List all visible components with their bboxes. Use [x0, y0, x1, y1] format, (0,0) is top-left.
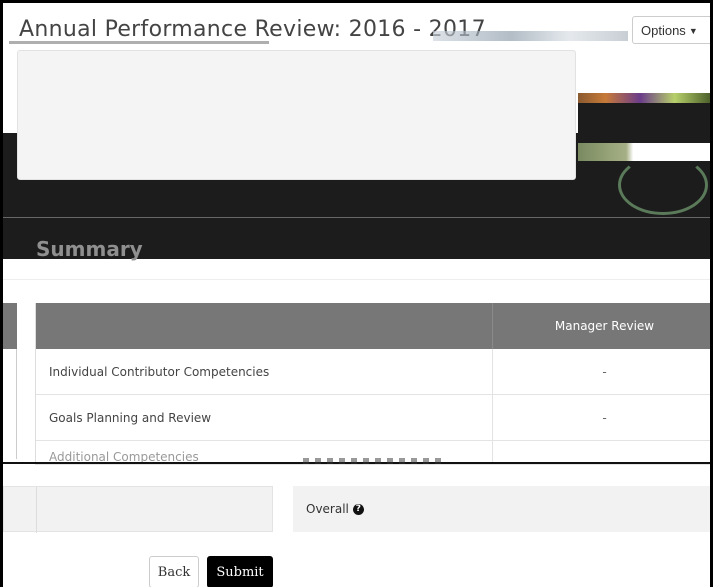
column-header-name: [36, 303, 493, 349]
page-title: Annual Performance Review: 2016 - 2017: [19, 17, 486, 42]
caret-down-icon: ▼: [688, 26, 698, 36]
tear-noise: [303, 458, 443, 464]
help-question-icon[interactable]: ?: [352, 503, 364, 515]
summary-heading: Summary: [36, 237, 143, 261]
banner-divider: [3, 217, 710, 218]
table-header: Manager Review: [36, 303, 710, 349]
row-value: [493, 441, 710, 464]
review-page: Annual Performance Review: 2016 - 2017 O…: [0, 0, 713, 587]
options-label: Options: [641, 23, 686, 38]
footer-left-cell: [3, 486, 273, 533]
title-artifact: [433, 31, 628, 41]
section-rule: [3, 279, 710, 280]
overall-row: Overall ?: [293, 486, 710, 532]
profile-photo: [578, 93, 710, 215]
column-header-manager-review: Manager Review: [554, 319, 655, 333]
row-value: -: [602, 364, 607, 379]
title-bar: Annual Performance Review: 2016 - 2017 O…: [3, 3, 710, 47]
title-underline: [9, 41, 269, 44]
row-label: Individual Contributor Competencies: [36, 349, 493, 394]
overall-label: Overall: [306, 502, 349, 516]
ring-graphic: [618, 155, 708, 215]
options-dropdown-button[interactable]: Options ▼: [632, 16, 710, 44]
back-button[interactable]: Back: [149, 556, 199, 587]
table-row: Goals Planning and Review -: [36, 395, 710, 441]
summary-table: Manager Review Individual Contributor Co…: [35, 303, 710, 465]
row-value: -: [602, 410, 607, 425]
footer-divider: [36, 487, 37, 533]
overlay-panel: [17, 50, 576, 180]
left-column-header: [3, 303, 17, 349]
table-row: Individual Contributor Competencies -: [36, 349, 710, 395]
photo-band: [578, 93, 710, 103]
submit-button[interactable]: Submit: [207, 556, 273, 587]
row-label: Goals Planning and Review: [36, 395, 493, 440]
left-column-border: [16, 349, 17, 459]
